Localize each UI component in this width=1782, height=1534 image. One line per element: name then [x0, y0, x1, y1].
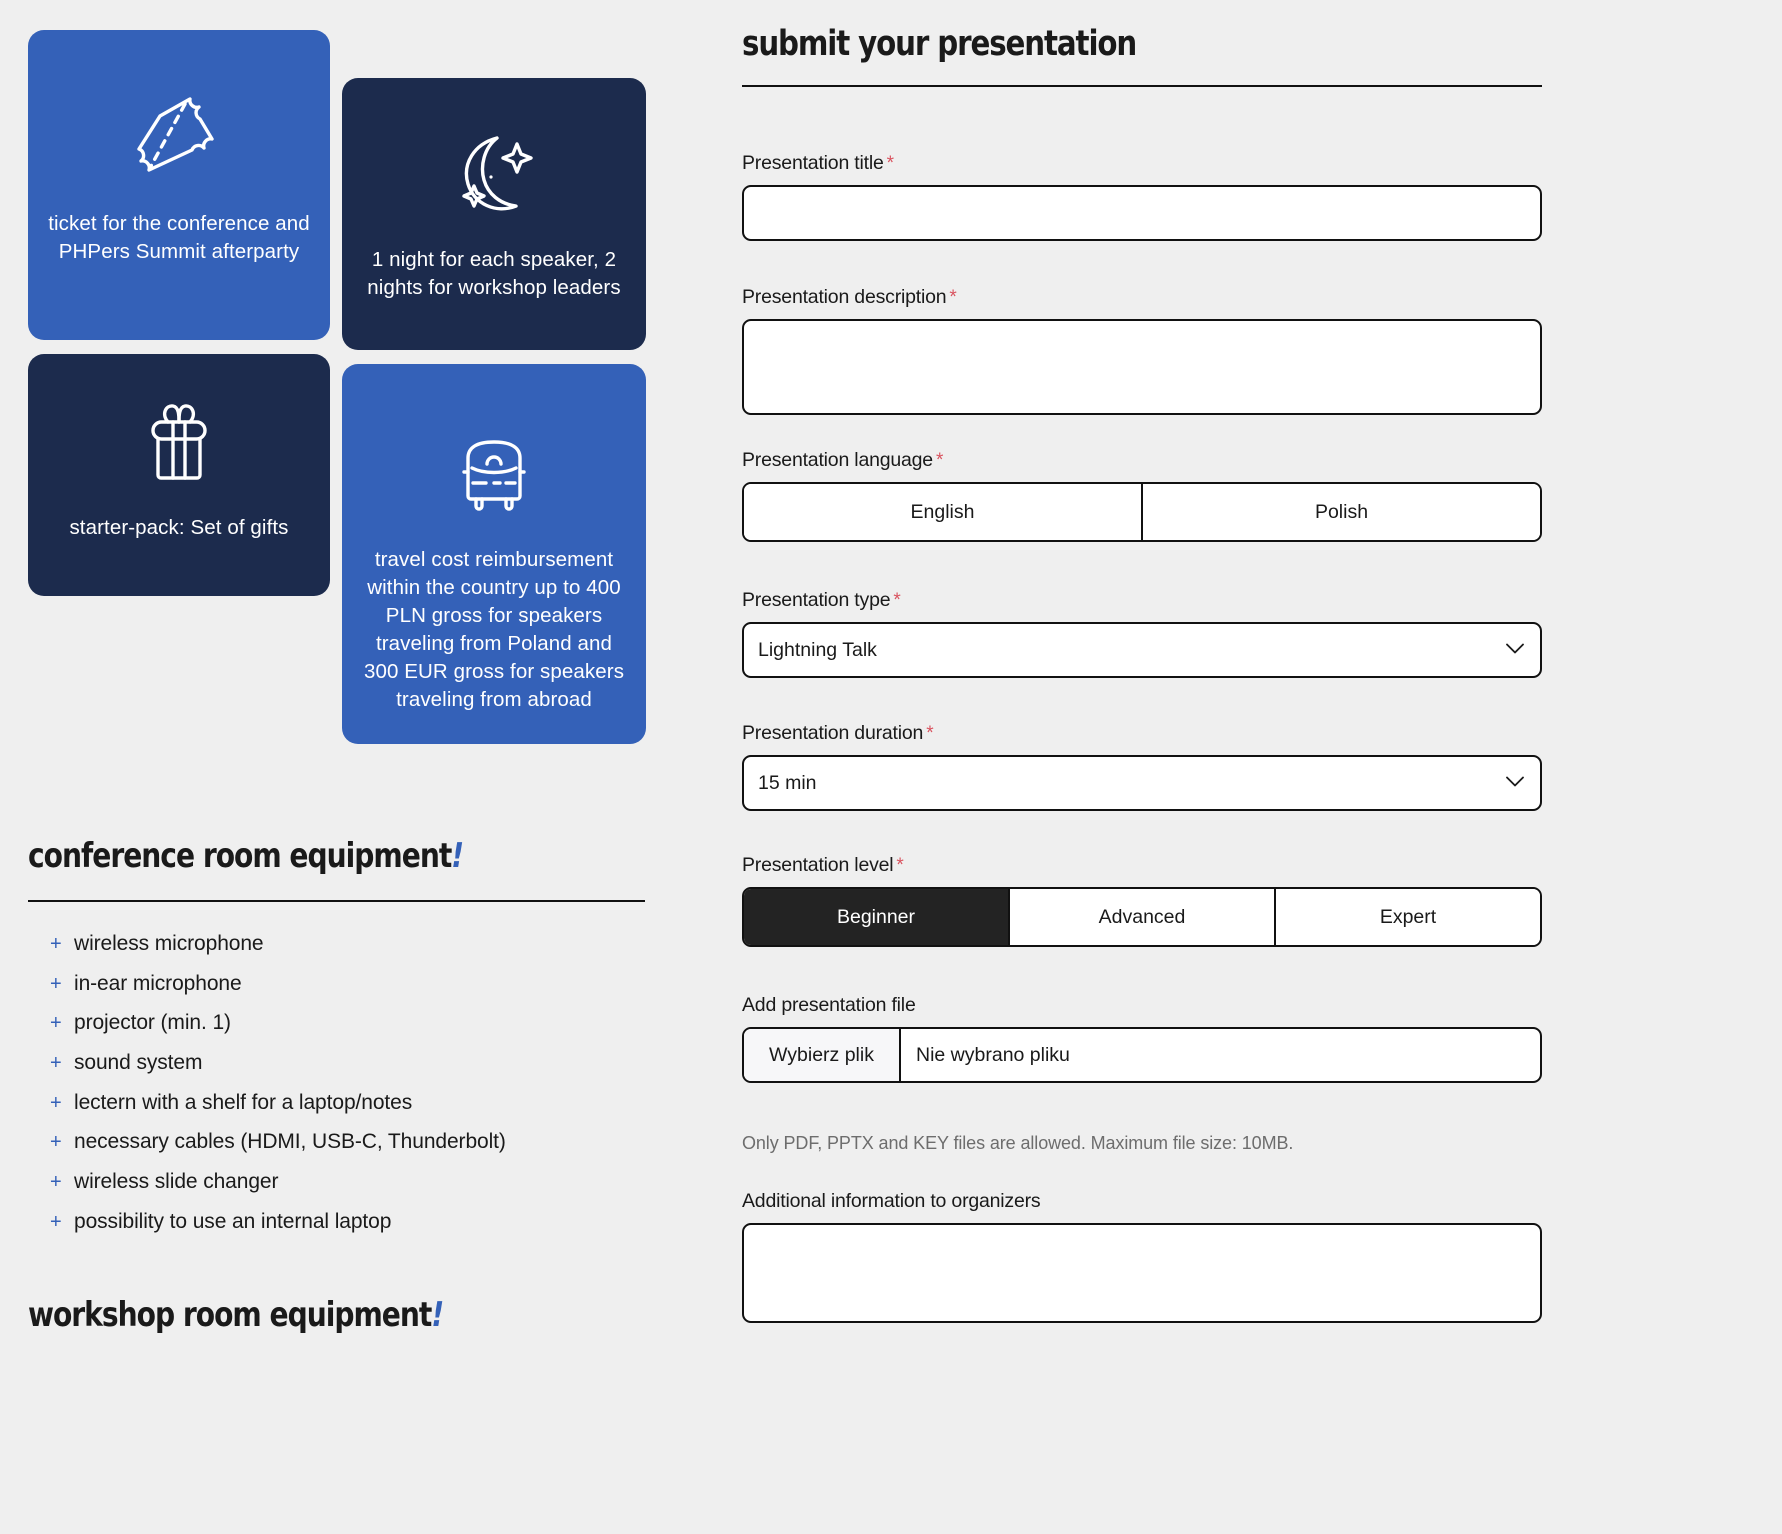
- plus-icon: +: [50, 1052, 74, 1075]
- list-item-label: wireless slide changer: [74, 1170, 278, 1194]
- conference-equipment-divider: [28, 900, 645, 902]
- label-presentation-file: Add presentation file: [742, 994, 1542, 1017]
- heading-accent-exclamation: !: [451, 836, 463, 876]
- benefit-card-travel-reimbursement: travel cost reimbursement within the cou…: [342, 364, 646, 744]
- field-presentation-type: Presentation type* Lightning Talk: [742, 589, 1542, 678]
- list-item: +wireless slide changer: [50, 1170, 670, 1210]
- benefit-card-starter-pack: starter-pack: Set of gifts: [28, 354, 330, 596]
- presentation-title-input[interactable]: [742, 185, 1542, 241]
- speaker-benefits-and-cfp-page: ticket for the conference and PHPers Sum…: [0, 0, 1782, 1534]
- label-additional-information: Additional information to organizers: [742, 1190, 1542, 1213]
- gift-icon: [131, 398, 227, 490]
- label-text: Presentation type: [742, 589, 890, 611]
- list-item: +possibility to use an internal laptop: [50, 1210, 670, 1250]
- speaker-benefits-grid: ticket for the conference and PHPers Sum…: [28, 30, 652, 760]
- label-presentation-type: Presentation type*: [742, 589, 1542, 612]
- plus-icon: +: [50, 1131, 74, 1154]
- field-presentation-title: Presentation title*: [742, 152, 1542, 241]
- label-presentation-level: Presentation level*: [742, 854, 1542, 877]
- label-text: Additional information to organizers: [742, 1190, 1040, 1212]
- file-upload-row: Wybierz plik Nie wybrano pliku: [742, 1027, 1542, 1083]
- required-asterisk: *: [896, 855, 903, 876]
- field-presentation-duration: Presentation duration* 15 min: [742, 722, 1542, 811]
- presentation-description-textarea[interactable]: [742, 319, 1542, 415]
- required-asterisk: *: [949, 287, 956, 308]
- label-text: Presentation level: [742, 854, 893, 876]
- label-text: Presentation description: [742, 286, 946, 308]
- bus-icon: [442, 434, 546, 518]
- form-title-divider: [742, 85, 1542, 87]
- list-item: +necessary cables (HDMI, USB-C, Thunderb…: [50, 1130, 670, 1170]
- choose-file-button[interactable]: Wybierz plik: [744, 1029, 901, 1081]
- required-asterisk: *: [926, 723, 933, 744]
- list-item-label: wireless microphone: [74, 932, 264, 956]
- workshop-equipment-heading-text: workshop room equipment: [28, 1295, 431, 1335]
- required-asterisk: *: [887, 153, 894, 174]
- level-segmented-control: Beginner Advanced Expert: [742, 887, 1542, 947]
- list-item: +in-ear microphone: [50, 972, 670, 1012]
- level-option-expert[interactable]: Expert: [1276, 889, 1540, 945]
- field-additional-information: Additional information to organizers: [742, 1190, 1542, 1323]
- list-item: +wireless microphone: [50, 932, 670, 972]
- file-status-text: Nie wybrano pliku: [901, 1029, 1540, 1081]
- label-presentation-language: Presentation language*: [742, 449, 1542, 472]
- conference-equipment-list: +wireless microphone +in-ear microphone …: [50, 932, 670, 1250]
- list-item-label: sound system: [74, 1051, 202, 1075]
- plus-icon: +: [50, 933, 74, 956]
- label-text: Presentation duration: [742, 722, 923, 744]
- plus-icon: +: [50, 973, 74, 996]
- benefit-card-text: 1 night for each speaker, 2 nights for w…: [360, 246, 628, 302]
- label-text: Presentation title: [742, 152, 884, 174]
- presentation-type-select-wrap: Lightning Talk: [742, 622, 1542, 678]
- label-text: Add presentation file: [742, 994, 916, 1016]
- submit-presentation-form: submit your presentation Presentation ti…: [742, 0, 1782, 1534]
- list-item: +sound system: [50, 1051, 670, 1091]
- language-option-polish[interactable]: Polish: [1143, 484, 1540, 540]
- label-presentation-title: Presentation title*: [742, 152, 1542, 175]
- benefit-card-text: ticket for the conference and PHPers Sum…: [46, 210, 312, 266]
- list-item-label: possibility to use an internal laptop: [74, 1210, 391, 1234]
- benefit-card-text: travel cost reimbursement within the cou…: [360, 546, 628, 714]
- presentation-duration-select[interactable]: 15 min: [742, 755, 1542, 811]
- plus-icon: +: [50, 1171, 74, 1194]
- plus-icon: +: [50, 1012, 74, 1035]
- ticket-icon: [127, 88, 231, 184]
- list-item-label: lectern with a shelf for a laptop/notes: [74, 1091, 412, 1115]
- language-segmented-control: English Polish: [742, 482, 1542, 542]
- benefit-card-accommodation: 1 night for each speaker, 2 nights for w…: [342, 78, 646, 350]
- list-item-label: necessary cables (HDMI, USB-C, Thunderbo…: [74, 1130, 506, 1154]
- required-asterisk: *: [936, 450, 943, 471]
- list-item-label: projector (min. 1): [74, 1011, 231, 1035]
- presentation-duration-select-wrap: 15 min: [742, 755, 1542, 811]
- field-presentation-level: Presentation level* Beginner Advanced Ex…: [742, 854, 1542, 947]
- left-column: ticket for the conference and PHPers Sum…: [0, 0, 710, 1534]
- heading-accent-exclamation: !: [431, 1295, 443, 1335]
- list-item-label: in-ear microphone: [74, 972, 242, 996]
- conference-equipment-heading-text: conference room equipment: [28, 836, 451, 876]
- level-option-advanced[interactable]: Advanced: [1010, 889, 1276, 945]
- plus-icon: +: [50, 1211, 74, 1234]
- field-presentation-file: Add presentation file Wybierz plik Nie w…: [742, 994, 1542, 1083]
- label-presentation-description: Presentation description*: [742, 286, 1542, 309]
- file-upload-hint: Only PDF, PPTX and KEY files are allowed…: [742, 1133, 1542, 1154]
- field-presentation-language: Presentation language* English Polish: [742, 449, 1542, 542]
- presentation-type-select[interactable]: Lightning Talk: [742, 622, 1542, 678]
- label-text: Presentation language: [742, 449, 933, 471]
- workshop-equipment-heading: workshop room equipment!: [28, 1295, 443, 1335]
- list-item: +lectern with a shelf for a laptop/notes: [50, 1091, 670, 1131]
- benefit-card-text: starter-pack: Set of gifts: [69, 514, 288, 542]
- language-option-english[interactable]: English: [744, 484, 1143, 540]
- moon-star-icon: [444, 128, 544, 220]
- field-presentation-description: Presentation description*: [742, 286, 1542, 415]
- benefit-card-ticket: ticket for the conference and PHPers Sum…: [28, 30, 330, 340]
- level-option-beginner[interactable]: Beginner: [744, 889, 1010, 945]
- label-presentation-duration: Presentation duration*: [742, 722, 1542, 745]
- additional-information-textarea[interactable]: [742, 1223, 1542, 1323]
- required-asterisk: *: [893, 590, 900, 611]
- plus-icon: +: [50, 1092, 74, 1115]
- list-item: +projector (min. 1): [50, 1011, 670, 1051]
- conference-equipment-heading: conference room equipment!: [28, 836, 463, 876]
- page-title: submit your presentation: [742, 24, 1136, 64]
